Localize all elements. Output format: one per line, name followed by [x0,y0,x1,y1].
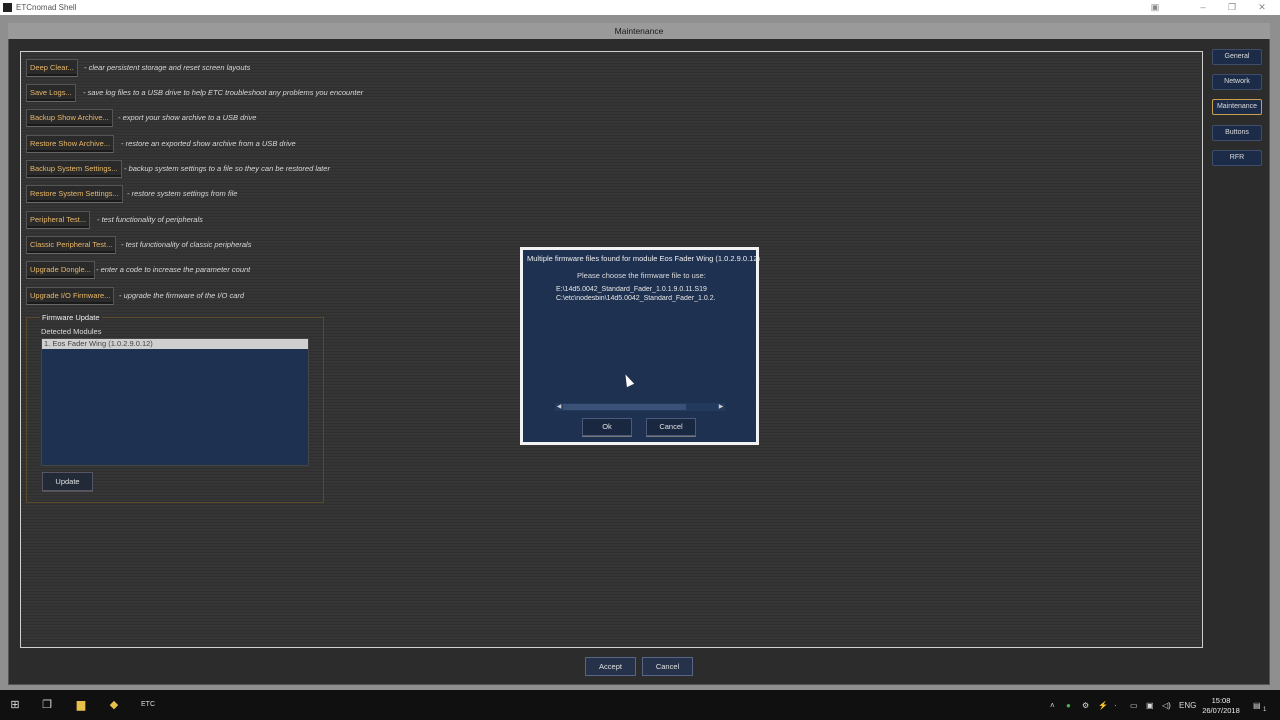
classic-peripheral-test-button[interactable]: Classic Peripheral Test... [26,236,117,254]
task-view-icon[interactable]: ❐ [40,698,54,712]
window-titlebar: ETCnomad Shell ▣ – ❐ ✕ [0,0,1280,15]
dialog-prompt: Please choose the firmware file to use: [577,271,706,280]
dialog-cancel-button[interactable]: Cancel [646,418,696,436]
scrollbar-thumb[interactable] [563,404,686,410]
upgrade-dongle-button[interactable]: Upgrade Dongle... [26,261,95,279]
etc-app-icon [3,3,12,12]
scroll-right-icon[interactable]: ▶ [717,403,725,411]
sidebar-item-maintenance[interactable]: Maintenance [1212,99,1262,115]
etc-taskbar-app[interactable]: ETC [138,698,158,712]
tray-settings-icon[interactable]: ⚙ [1082,701,1089,710]
row-description: - restore an exported show archive from … [121,139,296,148]
update-button[interactable]: Update [42,472,93,491]
firmware-update-title: Firmware Update [40,312,102,323]
tray-misc-icon[interactable]: · [1114,701,1117,710]
clock-date: 26/07/2018 [1202,706,1240,715]
volume-icon[interactable]: ◁) [1162,701,1171,710]
detected-modules-label: Detected Modules [41,327,102,336]
horizontal-scrollbar[interactable]: ◀ ▶ [555,403,725,411]
row-description: - upgrade the firmware of the I/O card [119,291,245,300]
row-description: - clear persistent storage and reset scr… [84,63,251,72]
row-description: - test functionality of classic peripher… [121,240,252,249]
clock-time: 15:08 [1211,696,1231,705]
list-item[interactable]: E:\14d5.0042_Standard_Fader_1.0.1.9.0.11… [556,286,724,293]
row-description: - restore system settings from file [127,189,238,198]
row-description: - export your show archive to a USB driv… [118,113,257,122]
deep-clear-button[interactable]: Deep Clear... [26,59,78,77]
sidebar-item-general[interactable]: General [1212,49,1262,65]
tablet-mode-icon[interactable]: ▣ [1150,2,1160,12]
notification-count-badge: 1 [1263,707,1267,713]
dialog-title: Multiple firmware files found for module… [527,254,761,263]
sidebar-item-network[interactable]: Network [1212,74,1262,90]
list-item[interactable]: C:\etc\nodesbin\14d5.0042_Standard_Fader… [556,295,724,302]
row-description: - enter a code to increase the parameter… [96,265,251,274]
taskbar: ⊞ ❐ ▆ ◆ ETC ˄ ● ⚙ ⚡ · ▭ ▣ ◁) ENG 15:08 2… [0,690,1280,720]
save-logs-button[interactable]: Save Logs... [26,84,76,102]
firmware-file-list[interactable] [555,284,725,412]
upgrade-io-firmware-button[interactable]: Upgrade I/O Firmware... [26,287,115,305]
row-description: - backup system settings to a file so th… [124,164,330,173]
cancel-button[interactable]: Cancel [642,657,693,676]
show-hidden-icons-icon[interactable]: ˄ [1050,701,1055,710]
taskbar-clock[interactable]: 15:08 26/07/2018 [1198,696,1244,716]
sidebar-item-rfr[interactable]: RFR [1212,150,1262,166]
windows-start-icon[interactable]: ⊞ [8,698,22,712]
tray-app-icon[interactable]: ● [1066,701,1071,710]
backup-show-archive-button[interactable]: Backup Show Archive... [26,109,113,127]
close-icon[interactable]: ✕ [1257,2,1267,12]
etcnomad-shell-icon[interactable]: ◆ [107,698,121,712]
window-title: ETCnomad Shell [16,3,77,12]
usb-icon[interactable]: ⚡ [1098,701,1108,710]
network-icon[interactable]: ▣ [1146,701,1154,710]
language-indicator[interactable]: ENG [1179,701,1196,710]
scroll-left-icon[interactable]: ◀ [555,403,563,411]
row-description: - save log files to a USB drive to help … [83,88,364,97]
peripheral-test-button[interactable]: Peripheral Test... [26,211,91,229]
ok-button[interactable]: Ok [582,418,632,436]
backup-system-settings-button[interactable]: Backup System Settings... [26,160,122,178]
list-item[interactable]: 1. Eos Fader Wing (1.0.2.9.0.12) [42,339,308,349]
battery-icon[interactable]: ▭ [1130,701,1138,710]
row-description: - test functionality of peripherals [97,215,203,224]
detected-modules-list[interactable] [41,338,309,466]
sidebar-item-buttons[interactable]: Buttons [1212,125,1262,141]
restore-show-archive-button[interactable]: Restore Show Archive... [26,135,115,153]
action-center-icon[interactable]: ▤ [1253,701,1261,710]
minimize-icon[interactable]: – [1198,2,1208,12]
restore-system-settings-button[interactable]: Restore System Settings... [26,185,123,203]
restore-icon[interactable]: ❐ [1227,2,1237,12]
accept-button[interactable]: Accept [585,657,636,676]
page-title: Maintenance [8,23,1270,39]
file-explorer-icon[interactable]: ▆ [74,698,88,712]
